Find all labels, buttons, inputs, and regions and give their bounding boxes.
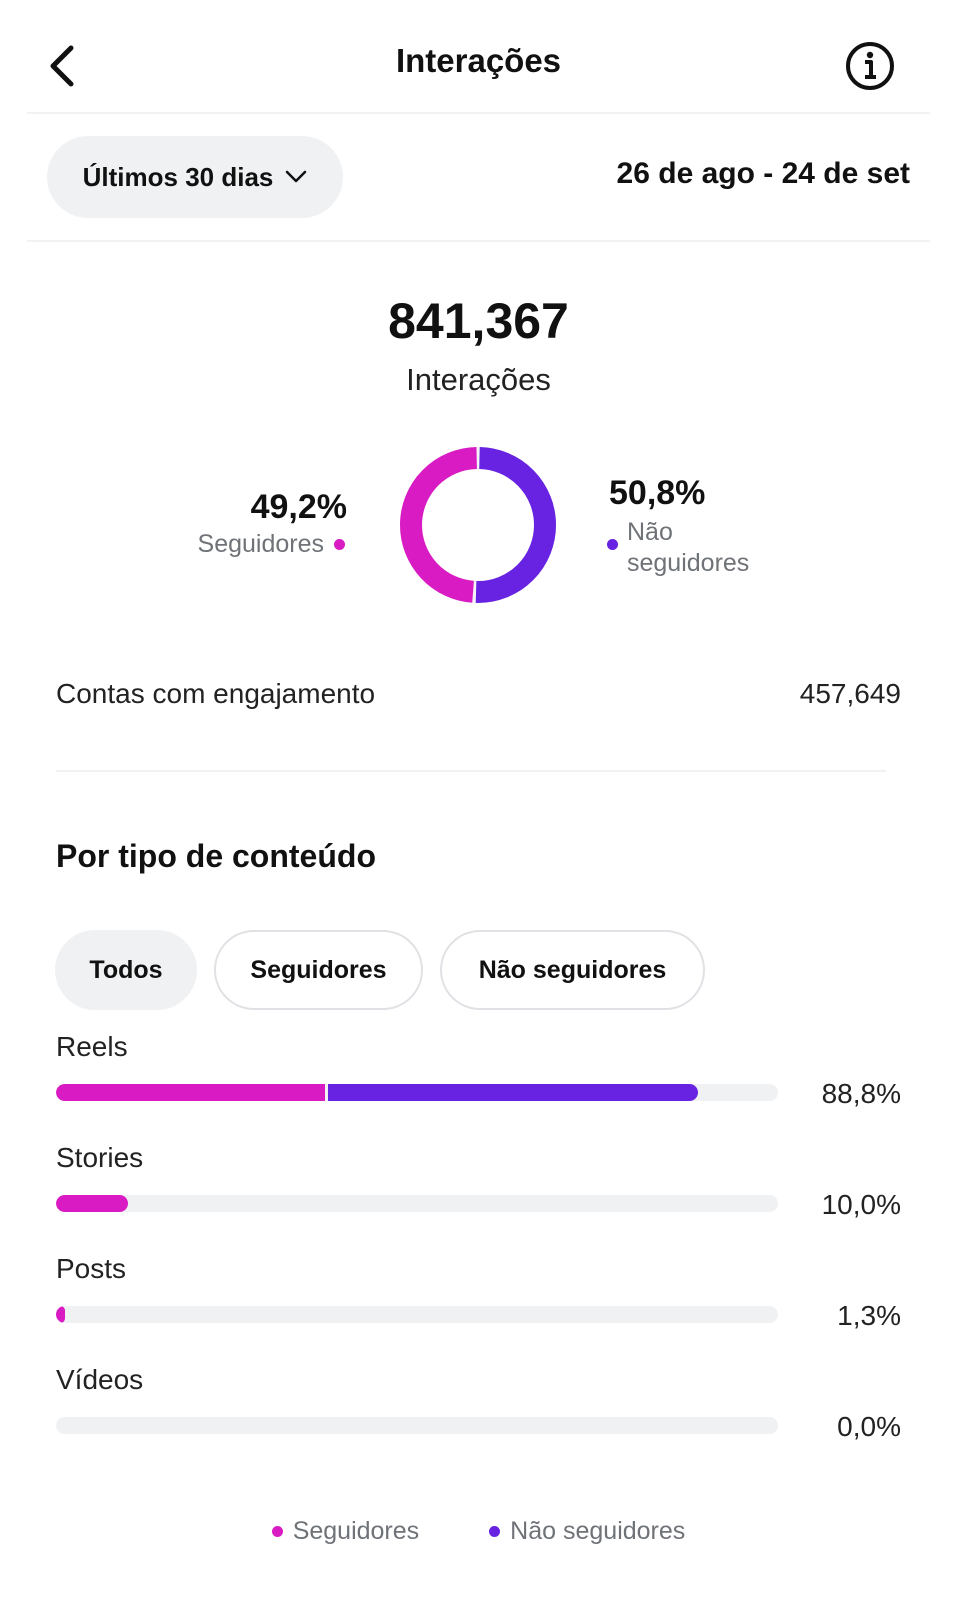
followers-percentage: 49,2% — [250, 488, 347, 526]
page-title: Interações — [395, 42, 562, 79]
content-row-pct-stories: 10,0% — [821, 1189, 901, 1220]
chevron-down-icon — [286, 170, 307, 183]
total-interactions-label: Interações — [406, 362, 551, 397]
content-bar-stories — [56, 1195, 778, 1212]
content-row-label-posts: Posts — [56, 1253, 127, 1284]
engaged-accounts-value: 457,649 — [799, 678, 901, 709]
date-range: 26 de ago - 24 de set — [616, 157, 910, 190]
content-bar-videos — [56, 1417, 778, 1434]
legend-item-followers: Seguidores — [271, 1517, 420, 1546]
total-interactions-value: 841,367 — [388, 293, 569, 349]
content-bar-reels — [56, 1084, 778, 1101]
content-row-pct-posts: 1,3% — [837, 1300, 901, 1331]
nonfollowers-dot — [607, 539, 618, 550]
nonfollowers-percentage: 50,8% — [609, 474, 706, 512]
filter-divider — [27, 240, 930, 242]
legend-label-nonfollowers: Não seguidores — [510, 1517, 686, 1545]
stories-followers-segment — [56, 1195, 128, 1212]
legend-item-nonfollowers: Não seguidores — [489, 1517, 685, 1546]
info-button[interactable] — [844, 40, 896, 92]
bar-legend: Seguidores Não seguidores — [0, 1517, 957, 1546]
reels-followers-segment — [56, 1084, 325, 1101]
filter-chip-seguidores[interactable]: Seguidores — [214, 930, 423, 1010]
legend-dot-nonfollowers — [489, 1526, 501, 1537]
engaged-accounts-label: Contas com engajamento — [56, 678, 376, 709]
legend-dot-followers — [271, 1526, 283, 1537]
posts-followers-segment — [56, 1306, 65, 1323]
content-row-pct-videos: 0,0% — [837, 1411, 901, 1442]
section-title: Por tipo de conteúdo — [56, 838, 376, 874]
filter-chip-nao-seguidores[interactable]: Não seguidores — [440, 930, 705, 1010]
content-row-pct-reels: 88,8% — [821, 1078, 901, 1109]
content-row-label-videos: Vídeos — [56, 1364, 144, 1395]
followers-dot — [334, 539, 345, 550]
info-icon — [846, 42, 894, 90]
header-divider — [27, 112, 930, 114]
nonfollowers-legend: Não seguidores — [607, 517, 777, 579]
followers-legend: Seguidores — [198, 530, 345, 559]
followers-donut-chart — [400, 447, 556, 603]
reels-nonfollowers-segment — [328, 1084, 698, 1101]
period-dropdown[interactable]: Últimos 30 dias — [47, 136, 343, 218]
legend-label-followers: Seguidores — [292, 1517, 420, 1545]
filter-chip-todos[interactable]: Todos — [55, 930, 197, 1010]
period-label: Últimos 30 dias — [82, 161, 274, 192]
followers-label: Seguidores — [197, 530, 324, 558]
section-divider — [56, 770, 886, 772]
content-row-label-stories: Stories — [56, 1142, 144, 1173]
content-bar-posts — [56, 1306, 778, 1323]
content-row-label-reels: Reels — [56, 1031, 128, 1062]
nonfollowers-label: Não seguidores — [627, 518, 750, 577]
